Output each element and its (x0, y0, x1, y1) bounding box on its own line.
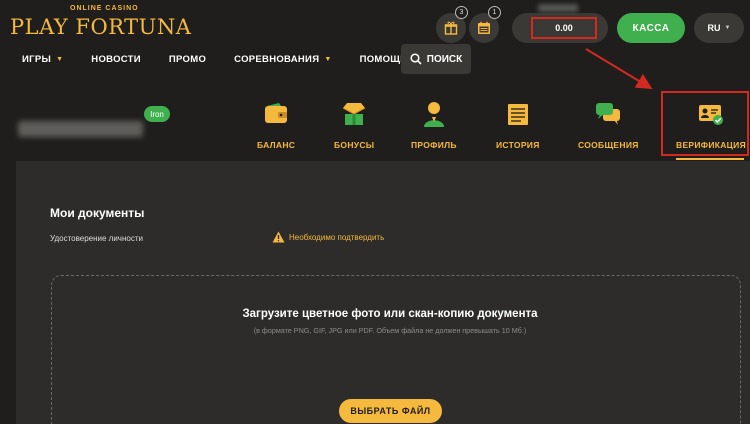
play-fortuna-logo[interactable]: ONLINE CASINO PLAY FORTUNA (10, 5, 191, 43)
chevron-down-icon: ▼ (324, 55, 332, 63)
upload-title: Загрузите цветное фото или скан-копию до… (242, 308, 538, 320)
documents-title: Мои документы (50, 206, 145, 220)
calendar-button[interactable]: 1 (469, 6, 501, 43)
upload-hint: (в формате PNG, GIF, JPG или PDF. Объем … (253, 326, 527, 335)
verification-highlight-box (661, 91, 749, 156)
main-nav: ИГРЫ ▼ НОВОСТИ ПРОМО СОРЕВНОВАНИЯ ▼ ПОМО… (22, 46, 435, 72)
gift-diamond-icon (340, 100, 368, 128)
tab-label: БОНУСЫ (334, 140, 375, 150)
calendar-icon (478, 21, 490, 34)
calendar-count-badge: 1 (488, 6, 501, 19)
tab-label: ИСТОРИЯ (496, 140, 540, 150)
tab-profile[interactable]: ПРОФИЛЬ (411, 100, 457, 162)
tab-balance[interactable]: БАЛАНС (257, 100, 295, 162)
logo-tagline: ONLINE CASINO (70, 5, 139, 12)
tab-messages[interactable]: СООБЩЕНИЯ (578, 100, 639, 162)
gift-count-badge: 3 (455, 6, 468, 19)
nav-item-games[interactable]: ИГРЫ ▼ (22, 54, 63, 65)
language-selector[interactable]: RU ▼ (694, 13, 744, 43)
person-icon (420, 100, 448, 128)
active-tab-underline (676, 158, 744, 160)
search-button[interactable]: ПОИСК (401, 44, 471, 74)
language-label: RU (707, 23, 721, 33)
document-type-label: Удостоверение личности (50, 234, 143, 243)
blurred-account-id (538, 4, 578, 12)
tab-label: БАЛАНС (257, 140, 296, 150)
list-icon (504, 100, 532, 128)
balance-value[interactable]: 0.00 (531, 17, 597, 39)
document-status: Необходимо подтвердить (272, 231, 384, 243)
document-status-label: Необходимо подтвердить (289, 232, 385, 242)
wallet-icon (262, 100, 290, 128)
tab-bonuses[interactable]: БОНУСЫ (334, 100, 374, 162)
nav-label: НОВОСТИ (91, 53, 141, 65)
warning-icon (272, 231, 285, 243)
nav-item-news[interactable]: НОВОСТИ (91, 54, 141, 65)
blurred-username (18, 121, 143, 137)
chevron-down-icon: ▼ (724, 25, 731, 31)
select-file-button[interactable]: ВЫБРАТЬ ФАЙЛ (339, 399, 442, 423)
nav-item-tournaments[interactable]: СОРЕВНОВАНИЯ ▼ (234, 54, 331, 65)
chat-icon (594, 100, 622, 128)
nav-label: СОРЕВНОВАНИЯ (234, 53, 320, 65)
nav-label: ПРОМО (168, 53, 207, 65)
gift-icon (444, 21, 458, 35)
cashier-button[interactable]: КАССА (617, 13, 685, 43)
nav-label: ИГРЫ (22, 53, 52, 65)
tab-label: ПРОФИЛЬ (411, 140, 457, 150)
chevron-down-icon: ▼ (56, 55, 64, 63)
search-label: ПОИСК (426, 53, 463, 65)
tab-label: СООБЩЕНИЯ (578, 140, 639, 150)
logo-name: PLAY FORTUNA (10, 15, 192, 39)
nav-item-promo[interactable]: ПРОМО (169, 54, 206, 65)
rank-badge: Iron (144, 106, 170, 122)
gifts-button[interactable]: 3 (436, 6, 468, 43)
tab-history[interactable]: ИСТОРИЯ (496, 100, 540, 162)
search-icon (410, 53, 422, 65)
